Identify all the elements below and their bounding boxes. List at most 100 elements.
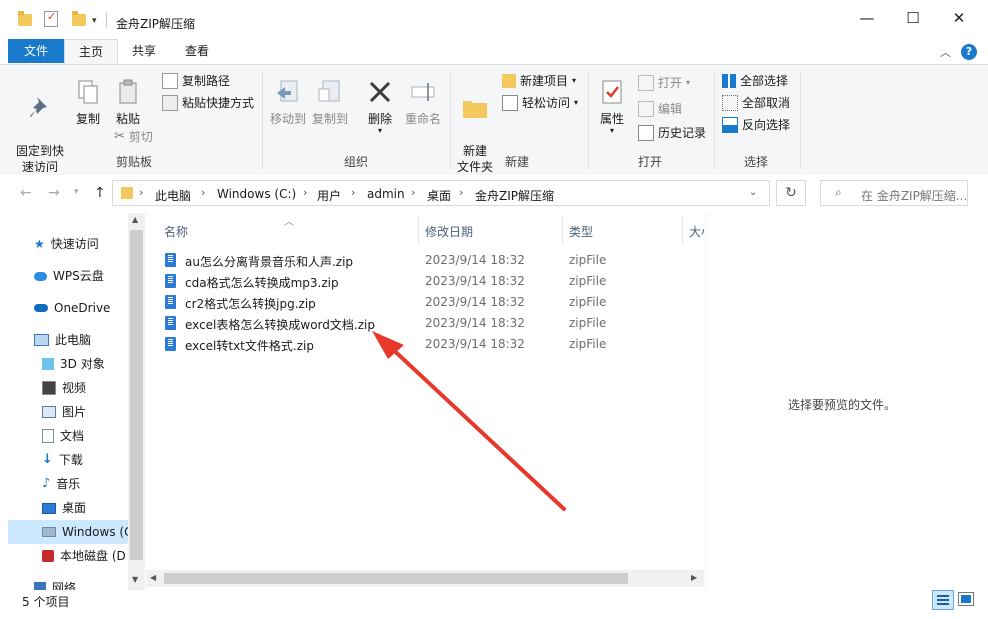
breadcrumb-admin[interactable]: admin — [367, 187, 405, 201]
delete-button[interactable]: 删除 ▾ — [362, 77, 398, 135]
properties-dropdown-icon: ▾ — [609, 126, 614, 135]
minimize-button[interactable]: — — [844, 0, 890, 36]
copy-path-button[interactable]: 复制路径 — [162, 73, 230, 89]
cut-button[interactable]: ✂ 剪切 — [114, 129, 153, 145]
tab-share[interactable]: 共享 — [118, 39, 170, 63]
pin-quick-access-button[interactable]: 固定到快 速访问 — [12, 77, 68, 175]
search-placeholder: 在 金舟ZIP解压缩... — [861, 189, 968, 203]
ribbon-divider — [714, 71, 715, 169]
ribbon-divider — [450, 71, 451, 169]
scroll-up-icon[interactable]: ▲ — [132, 215, 138, 224]
open-button[interactable]: 打开 ▾ — [638, 75, 690, 91]
file-row[interactable]: cr2格式怎么转换jpg.zip 2023/9/14 18:32 zipFile — [160, 292, 700, 312]
recent-dropdown-icon[interactable]: ▾ — [74, 187, 79, 197]
nav-scrollbar-thumb[interactable] — [130, 230, 143, 560]
breadcrumb-this-pc[interactable]: 此电脑 — [155, 187, 191, 204]
ribbon-divider — [588, 71, 589, 169]
properties-check-icon[interactable]: ✓ — [44, 10, 58, 27]
breadcrumb-users[interactable]: 用户 — [317, 187, 341, 204]
details-view-button[interactable] — [932, 590, 954, 610]
tab-file[interactable]: 文件 — [8, 39, 64, 63]
large-icons-view-button[interactable] — [958, 592, 974, 606]
scroll-down-icon[interactable]: ▼ — [132, 575, 138, 584]
document-icon — [42, 429, 54, 443]
breadcrumb-desktop[interactable]: 桌面 — [427, 187, 451, 204]
horizontal-scrollbar-thumb[interactable] — [164, 573, 628, 584]
file-name: excel转txt文件格式.zip — [185, 339, 314, 353]
breadcrumb-separator: › — [351, 186, 356, 199]
select-all-button[interactable]: 全部选择 — [722, 73, 788, 89]
nav-item-this-pc[interactable]: 此电脑 — [34, 329, 91, 351]
nav-item-pictures[interactable]: 图片 — [42, 401, 86, 423]
search-input[interactable]: ⌕ 在 金舟ZIP解压缩... — [820, 180, 968, 206]
address-dropdown-icon[interactable]: ⌄ — [749, 187, 757, 198]
column-divider[interactable] — [418, 217, 419, 243]
maximize-button[interactable]: ☐ — [890, 0, 936, 36]
quick-access-dropdown-icon[interactable]: ▾ — [92, 16, 97, 26]
new-folder-icon[interactable] — [72, 11, 86, 26]
picture-icon — [42, 406, 56, 418]
select-none-button[interactable]: 全部取消 — [722, 95, 790, 111]
column-divider[interactable] — [562, 217, 563, 243]
nav-item-3d-objects[interactable]: 3D 对象 — [42, 353, 105, 375]
collapse-ribbon-icon[interactable]: ︿ — [940, 44, 951, 60]
copy-to-button[interactable]: 复制到 — [310, 77, 350, 127]
tab-view[interactable]: 查看 — [172, 39, 222, 63]
copy-button[interactable]: 复制 — [72, 77, 104, 127]
tab-home[interactable]: 主页 — [64, 39, 118, 64]
file-date: 2023/9/14 18:32 — [425, 295, 525, 309]
nav-item-downloads[interactable]: ↓ 下载 — [42, 449, 83, 471]
breadcrumb-current-folder[interactable]: 金舟ZIP解压缩 — [475, 187, 554, 204]
edit-button[interactable]: 编辑 — [638, 101, 682, 117]
nav-item-videos[interactable]: 视频 — [42, 377, 86, 399]
help-icon[interactable]: ? — [961, 44, 977, 60]
column-divider[interactable] — [682, 217, 683, 243]
nav-item-desktop[interactable]: 桌面 — [42, 497, 86, 519]
forward-arrow-icon[interactable]: → — [48, 185, 60, 201]
cloud-icon — [34, 271, 47, 281]
scroll-left-icon[interactable]: ◀ — [150, 573, 156, 582]
properties-button[interactable]: 属性 ▾ — [594, 77, 630, 135]
folder-icon[interactable] — [18, 11, 32, 26]
breadcrumb-separator: › — [459, 186, 464, 199]
paste-button[interactable]: 粘贴 — [112, 77, 144, 127]
nav-item-windows-c[interactable]: Windows (C — [42, 521, 132, 543]
nav-item-documents[interactable]: 文档 — [42, 425, 84, 447]
rename-button[interactable]: 重命名 — [402, 77, 444, 127]
item-count: 5 个项目 — [22, 595, 70, 609]
refresh-button[interactable]: ↻ — [776, 180, 806, 206]
zip-file-icon — [165, 316, 176, 330]
open-icon — [638, 75, 654, 91]
invert-selection-button[interactable]: 反向选择 — [722, 117, 790, 133]
nav-item-music[interactable]: ♪ 音乐 — [42, 473, 80, 495]
scroll-right-icon[interactable]: ▶ — [691, 573, 697, 582]
nav-item-network[interactable]: 网络 — [34, 577, 76, 590]
breadcrumb-windows-c[interactable]: Windows (C:) — [217, 187, 296, 201]
column-header-date[interactable]: 修改日期 — [425, 223, 473, 240]
group-label-select: 选择 — [744, 155, 769, 169]
file-row[interactable]: au怎么分离背景音乐和人声.zip 2023/9/14 18:32 zipFil… — [160, 250, 700, 270]
network-icon — [34, 582, 46, 590]
nav-item-onedrive[interactable]: OneDrive — [34, 297, 110, 319]
move-to-button[interactable]: 移动到 — [268, 77, 308, 127]
up-arrow-icon[interactable]: ↑ — [94, 185, 106, 201]
address-bar[interactable]: › 此电脑 › Windows (C:) › 用户 › admin › 桌面 ›… — [112, 180, 770, 206]
nav-item-wps-cloud[interactable]: WPS云盘 — [34, 265, 104, 287]
nav-item-local-disk-d[interactable]: 本地磁盘 (D — [42, 545, 126, 567]
column-header-size[interactable]: 大小 — [689, 223, 704, 240]
preview-pane: 选择要预览的文件。 — [705, 213, 988, 590]
new-item-button[interactable]: 新建项目 ▾ — [502, 73, 576, 89]
easy-access-button[interactable]: 轻松访问 ▾ — [502, 95, 578, 111]
close-button[interactable]: ✕ — [936, 0, 982, 36]
nav-item-quick-access[interactable]: ★ 快速访问 — [34, 233, 99, 255]
file-row[interactable]: cda格式怎么转换成mp3.zip 2023/9/14 18:32 zipFil… — [160, 271, 700, 291]
paste-shortcut-button[interactable]: 粘贴快捷方式 — [162, 95, 254, 111]
new-folder-button[interactable]: 新建 文件夹 — [454, 77, 496, 175]
column-header-type[interactable]: 类型 — [569, 223, 593, 240]
column-header-name[interactable]: 名称 — [164, 223, 188, 240]
file-name: excel表格怎么转换成word文档.zip — [185, 318, 375, 332]
search-icon: ⌕ — [835, 185, 842, 199]
nav-item-network-clip: 网络 — [34, 577, 134, 590]
back-arrow-icon[interactable]: ← — [20, 185, 32, 201]
history-button[interactable]: 历史记录 — [638, 125, 706, 141]
